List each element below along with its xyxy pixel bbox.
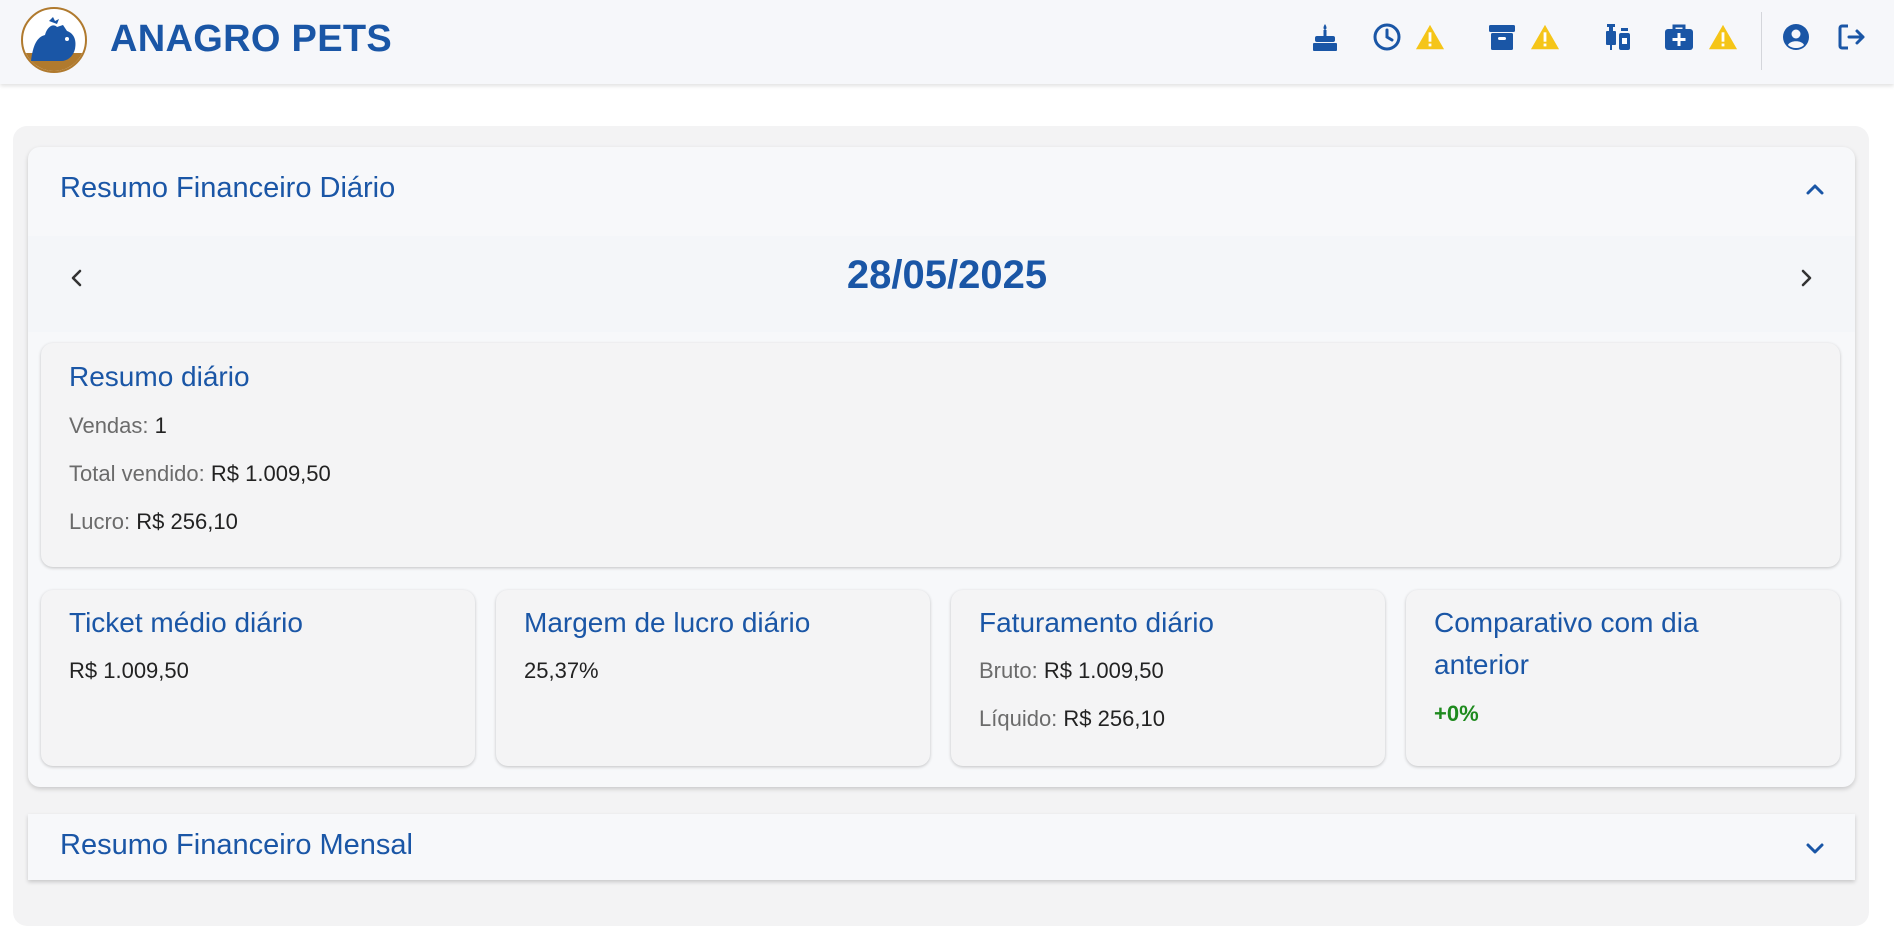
next-day-button[interactable] xyxy=(1793,265,1819,291)
comparison-title-line2: anterior xyxy=(1434,649,1529,680)
clock-icon[interactable] xyxy=(1372,20,1402,54)
profit-value: R$ 256,10 xyxy=(136,509,238,534)
sales-label: Vendas: xyxy=(69,413,149,438)
chevron-up-icon[interactable] xyxy=(1803,178,1827,202)
comparison-title-line1: Comparativo com dia xyxy=(1434,607,1699,638)
profit-line: Lucro: R$ 256,10 xyxy=(69,509,238,535)
logout-icon[interactable] xyxy=(1836,20,1866,54)
chevron-down-icon[interactable] xyxy=(1803,836,1827,860)
sales-line: Vendas: 1 xyxy=(69,413,167,439)
medical-kit-icon[interactable] xyxy=(1664,20,1694,54)
net-label: Líquido: xyxy=(979,706,1058,731)
gross-value: R$ 1.009,50 xyxy=(1043,658,1164,683)
brand-logo[interactable] xyxy=(21,7,87,73)
warning-icon[interactable] xyxy=(1708,20,1738,54)
gross-label: Bruto: xyxy=(979,658,1038,683)
user-icon[interactable] xyxy=(1781,20,1811,54)
net-line: Líquido: R$ 256,10 xyxy=(979,706,1165,732)
brand-name: ANAGRO PETS xyxy=(110,18,392,60)
total-sold-value: R$ 1.009,50 xyxy=(210,461,331,486)
sales-value: 1 xyxy=(154,413,167,438)
top-bar: ANAGRO PETS xyxy=(0,0,1894,84)
total-sold-line: Total vendido: R$ 1.009,50 xyxy=(69,461,331,487)
net-value: R$ 256,10 xyxy=(1063,706,1165,731)
margin-value: 25,37% xyxy=(524,658,599,683)
warning-icon[interactable] xyxy=(1415,20,1445,54)
total-sold-label: Total vendido: xyxy=(69,461,205,486)
toolbar-divider xyxy=(1761,12,1762,70)
current-date: 28/05/2025 xyxy=(846,253,1048,297)
revenue-title: Faturamento diário xyxy=(979,607,1215,638)
ticket-value: R$ 1.009,50 xyxy=(69,658,189,683)
monthly-panel-title[interactable]: Resumo Financeiro Mensal xyxy=(60,829,413,862)
gross-line: Bruto: R$ 1.009,50 xyxy=(979,658,1164,684)
cake-icon[interactable] xyxy=(1310,20,1340,54)
archive-icon[interactable] xyxy=(1487,20,1517,54)
ticket-title: Ticket médio diário xyxy=(69,607,303,638)
profit-label: Lucro: xyxy=(69,509,131,534)
margin-title: Margem de lucro diário xyxy=(524,607,811,638)
vaccine-icon[interactable] xyxy=(1603,20,1633,54)
warning-icon[interactable] xyxy=(1530,20,1560,54)
daily-panel-title[interactable]: Resumo Financeiro Diário xyxy=(60,172,395,205)
comparison-value: +0% xyxy=(1434,701,1479,726)
daily-summary-title: Resumo diário xyxy=(69,361,250,392)
daily-summary-card xyxy=(41,343,1840,567)
